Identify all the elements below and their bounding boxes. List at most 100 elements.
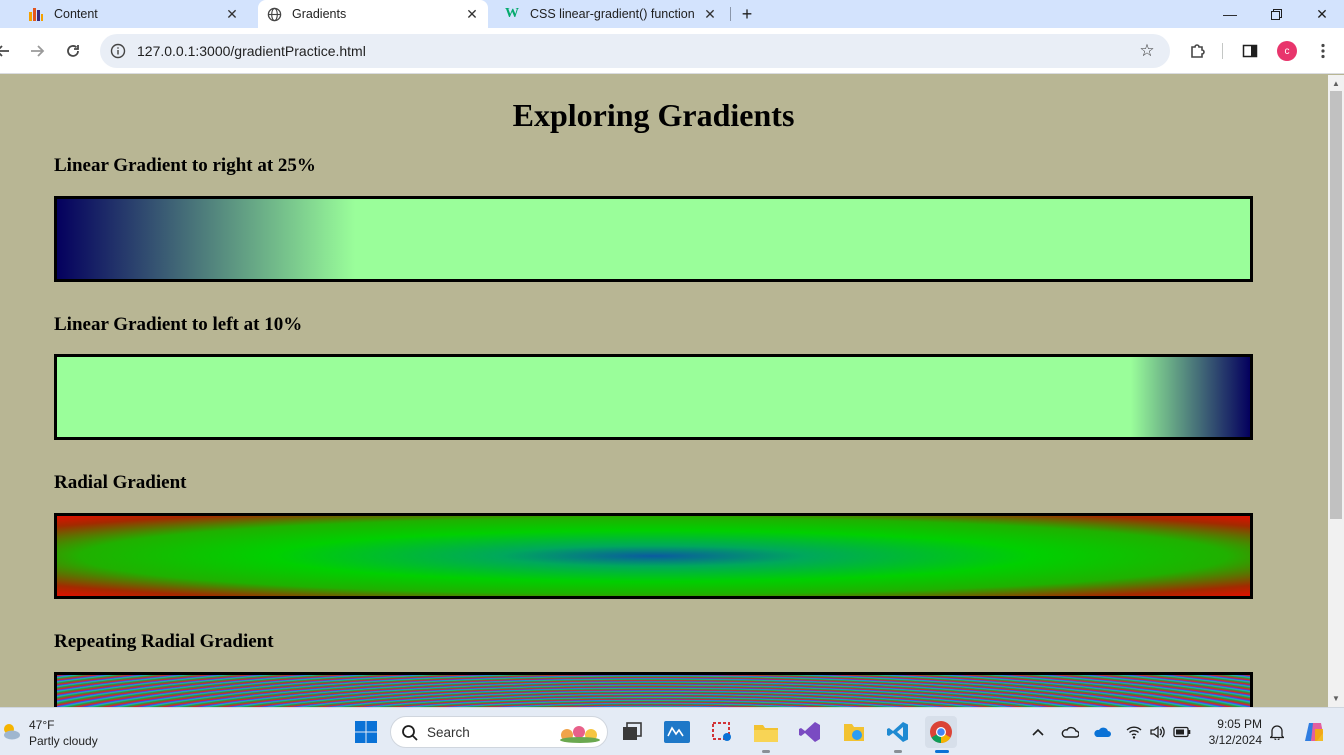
copilot-icon [1305,723,1323,741]
tab-title: Gradients [292,7,347,21]
side-panel-icon [1242,44,1258,58]
page-viewport: Exploring Gradients Linear Gradient to r… [0,75,1328,707]
tab-gradients[interactable]: Gradients ✕ [258,0,488,28]
cloud-outline-icon [1061,726,1079,738]
volume-button[interactable] [1146,720,1170,744]
tab-title: Content [54,7,98,21]
tab-strip: Content ✕ Gradients ✕ W CSS linear-gradi… [0,0,1344,28]
w3schools-icon: W [505,6,519,21]
minimize-button[interactable]: — [1207,0,1253,28]
file-explorer-button[interactable] [750,716,782,748]
photos-icon [844,724,864,741]
weather-condition: Partly cloudy [29,734,98,748]
close-window-button[interactable]: ✕ [1299,0,1344,28]
visual-studio-icon [799,722,820,742]
search-placeholder: Search [427,725,470,740]
active-indicator [935,750,949,753]
bell-icon [1270,725,1284,740]
radial-gradient-box [54,513,1253,599]
menu-button[interactable] [1310,38,1336,64]
bookmark-star-icon[interactable]: ☆ [1136,40,1158,62]
back-button[interactable] [0,38,16,64]
close-icon[interactable]: ✕ [700,4,720,24]
section-title: Linear Gradient to right at 25% [54,155,316,176]
mhp-app-icon [664,721,690,743]
tab-css-linear-gradient[interactable]: W CSS linear-gradient() function ✕ [496,0,726,28]
windows-taskbar: 47°F Partly cloudy Search 9:05 PM 3/12/2… [0,707,1344,755]
photos-app-button[interactable] [838,716,870,748]
chevron-up-icon [1032,728,1044,736]
notifications-button[interactable] [1265,720,1289,744]
snipping-tool-button[interactable] [706,716,738,748]
search-icon [401,724,419,742]
close-icon[interactable]: ✕ [222,4,242,24]
toolbar-divider [1222,43,1223,59]
snipping-tool-icon [712,722,731,741]
speaker-icon [1150,725,1165,739]
wifi-icon [1126,726,1142,739]
show-hidden-icons-button[interactable] [1026,720,1050,744]
restore-icon [1270,8,1282,20]
linear-gradient-left-box [54,354,1253,440]
section-title: Radial Gradient [54,472,187,493]
kebab-menu-icon [1321,43,1325,59]
url-text: 127.0.0.1:3000/gradientPractice.html [137,43,366,59]
extensions-button[interactable] [1185,38,1211,64]
new-tab-button[interactable]: + [736,0,758,28]
close-icon[interactable]: ✕ [462,4,482,24]
page-scrollbar[interactable]: ▲ ▼ [1328,75,1344,707]
visual-studio-button[interactable] [794,716,826,748]
puzzle-icon [1191,44,1205,58]
chrome-icon [930,721,952,743]
search-highlight-flowers-icon [557,723,603,743]
address-bar[interactable]: 127.0.0.1:3000/gradientPractice.html ☆ [100,34,1170,68]
scrollbar-thumb[interactable] [1330,91,1342,519]
task-view-button[interactable] [616,716,648,748]
task-view-icon [623,722,642,740]
profile-avatar[interactable]: c [1277,41,1297,61]
battery-icon [1173,726,1191,738]
restore-button[interactable] [1253,0,1299,28]
taskbar-search[interactable]: Search [390,716,608,748]
repeating-radial-gradient-box [54,672,1253,707]
browser-toolbar: 127.0.0.1:3000/gradientPractice.html ☆ c [0,28,1344,74]
scroll-down-icon[interactable]: ▼ [1331,694,1341,704]
mhp-app-button[interactable] [661,716,693,748]
tab-content[interactable]: Content ✕ [24,0,252,28]
side-panel-button[interactable] [1237,38,1263,64]
site-info-icon[interactable] [108,41,128,61]
clock-time: 9:05 PM [1217,717,1262,731]
system-clock[interactable]: 9:05 PM 3/12/2024 [1200,716,1262,748]
start-button[interactable] [350,716,382,748]
running-indicator [894,750,902,753]
chrome-button[interactable] [925,716,957,748]
tab-title: CSS linear-gradient() function [530,7,695,21]
reload-button[interactable] [60,38,86,64]
weather-temp: 47°F [29,718,55,732]
scroll-up-icon[interactable]: ▲ [1331,79,1341,89]
windows-logo-icon [355,721,377,743]
onedrive-outline-button[interactable] [1058,720,1082,744]
globe-icon [266,6,282,22]
section-title: Linear Gradient to left at 10% [54,314,303,335]
vscode-icon [887,722,908,742]
bar-chart-icon [28,6,44,22]
cloud-icon [1094,727,1111,737]
forward-button[interactable] [24,38,50,64]
wifi-button[interactable] [1122,720,1146,744]
copilot-button[interactable] [1298,716,1330,748]
onedrive-button[interactable] [1090,720,1114,744]
tab-divider [730,7,731,21]
clock-date: 3/12/2024 [1208,733,1262,747]
forward-arrow-icon [31,45,45,57]
linear-gradient-right-box [54,196,1253,282]
folder-icon [754,725,778,742]
partly-cloudy-icon [0,720,22,742]
vscode-button[interactable] [882,716,914,748]
running-indicator [762,750,770,753]
section-title: Repeating Radial Gradient [54,631,274,652]
battery-button[interactable] [1170,720,1194,744]
page-heading: Exploring Gradients [512,97,795,133]
weather-widget[interactable]: 47°F Partly cloudy [0,716,130,750]
reload-icon [67,45,79,57]
